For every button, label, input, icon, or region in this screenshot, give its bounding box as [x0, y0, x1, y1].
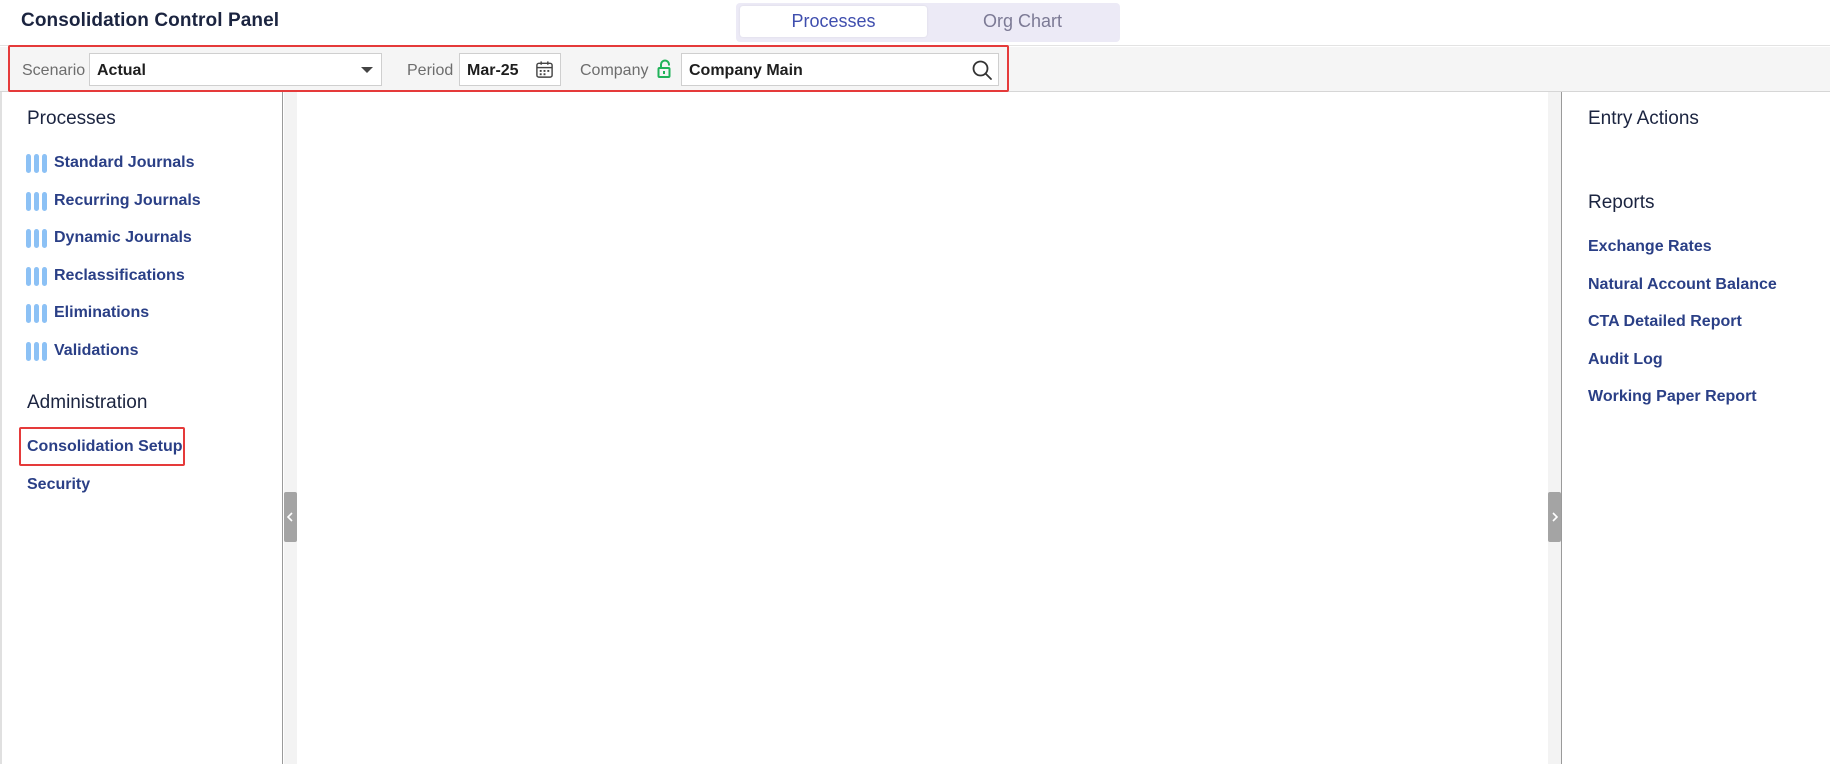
- content-canvas: [297, 92, 1548, 764]
- process-item-recurring-journals[interactable]: Recurring Journals: [26, 190, 201, 212]
- process-item-reclassifications[interactable]: Reclassifications: [26, 265, 185, 287]
- process-label: Dynamic Journals: [54, 229, 192, 246]
- report-link-working-paper-report[interactable]: Working Paper Report: [1588, 388, 1757, 406]
- report-link-cta-detailed-report[interactable]: CTA Detailed Report: [1588, 313, 1742, 331]
- report-link-audit-log[interactable]: Audit Log: [1588, 351, 1663, 369]
- processes-heading: Processes: [27, 108, 116, 129]
- process-item-standard-journals[interactable]: Standard Journals: [26, 152, 194, 174]
- collapse-left-handle[interactable]: [284, 492, 297, 542]
- process-label: Eliminations: [54, 304, 150, 321]
- entry-actions-heading: Entry Actions: [1588, 108, 1699, 129]
- scenario-value: Actual: [97, 62, 146, 79]
- process-item-dynamic-journals[interactable]: Dynamic Journals: [26, 227, 192, 249]
- company-value: Company Main: [689, 62, 803, 79]
- bars-icon: [26, 153, 47, 173]
- tab-processes[interactable]: Processes: [740, 6, 927, 37]
- bars-icon: [26, 341, 47, 361]
- chevron-down-icon: [361, 67, 373, 73]
- admin-item-consolidation-setup[interactable]: Consolidation Setup: [27, 438, 183, 456]
- administration-heading: Administration: [27, 392, 148, 413]
- tab-org-chart[interactable]: Org Chart: [929, 6, 1116, 37]
- process-label: Reclassifications: [54, 267, 185, 284]
- process-item-eliminations[interactable]: Eliminations: [26, 302, 149, 324]
- collapse-right-handle[interactable]: [1548, 492, 1561, 542]
- bars-icon: [26, 228, 47, 248]
- scenario-dropdown[interactable]: Actual: [89, 53, 382, 86]
- process-item-validations[interactable]: Validations: [26, 340, 138, 362]
- company-field[interactable]: Company Main: [681, 53, 999, 86]
- chevron-left-icon: [286, 512, 293, 522]
- period-field[interactable]: Mar-25: [459, 53, 561, 86]
- report-link-exchange-rates[interactable]: Exchange Rates: [1588, 238, 1712, 256]
- app-header: Consolidation Control Panel Processes Or…: [0, 0, 1830, 46]
- process-label: Recurring Journals: [54, 192, 201, 209]
- view-tabs: Processes Org Chart: [736, 3, 1120, 42]
- calendar-icon[interactable]: [535, 60, 554, 79]
- reports-heading: Reports: [1588, 192, 1655, 213]
- scenario-label: Scenario: [22, 62, 86, 79]
- process-label: Validations: [54, 342, 139, 359]
- unlock-icon[interactable]: [657, 59, 675, 79]
- report-link-natural-account-balance[interactable]: Natural Account Balance: [1588, 276, 1777, 294]
- bars-icon: [26, 266, 47, 286]
- bars-icon: [26, 303, 47, 323]
- page-title: Consolidation Control Panel: [21, 10, 280, 31]
- process-label: Standard Journals: [54, 154, 195, 171]
- admin-item-security[interactable]: Security: [27, 476, 90, 494]
- search-icon[interactable]: [971, 59, 993, 81]
- chevron-right-icon: [1552, 512, 1559, 522]
- period-value: Mar-25: [467, 62, 519, 79]
- bars-icon: [26, 191, 47, 211]
- main-content: [284, 92, 1561, 764]
- period-label: Period: [407, 62, 454, 79]
- company-label: Company: [580, 62, 649, 79]
